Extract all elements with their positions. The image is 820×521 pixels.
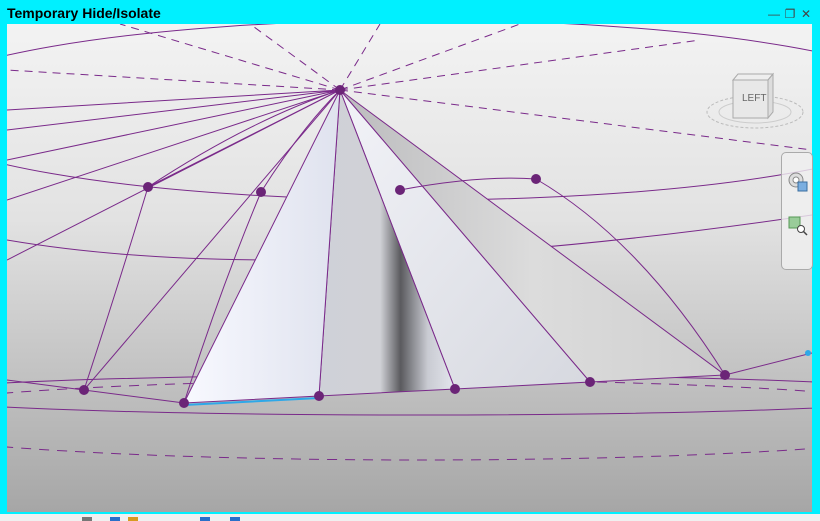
viewcube-face-label: LEFT xyxy=(742,93,767,104)
status-icon[interactable] xyxy=(128,517,138,521)
temporary-hide-isolate-label: Temporary Hide/Isolate xyxy=(3,4,165,22)
steering-wheel-icon[interactable] xyxy=(787,171,808,192)
zoom-region-icon[interactable] xyxy=(787,215,808,236)
viewcube[interactable]: LEFT xyxy=(700,50,810,140)
minimize-icon[interactable]: — xyxy=(768,7,780,21)
window-controls: — ❐ ✕ xyxy=(768,7,812,21)
navigation-bar xyxy=(781,152,813,270)
model-geometry xyxy=(7,24,812,461)
3d-view-canvas[interactable] xyxy=(7,24,812,512)
close-icon[interactable]: ✕ xyxy=(800,7,812,21)
status-icon[interactable] xyxy=(200,517,210,521)
status-icon[interactable] xyxy=(110,517,120,521)
viewport-frame: Temporary Hide/Isolate — ❐ ✕ LEFT xyxy=(0,0,820,514)
status-bar xyxy=(0,514,820,521)
restore-icon[interactable]: ❐ xyxy=(784,7,796,21)
status-icon[interactable] xyxy=(230,517,240,521)
status-icon[interactable] xyxy=(82,517,92,521)
